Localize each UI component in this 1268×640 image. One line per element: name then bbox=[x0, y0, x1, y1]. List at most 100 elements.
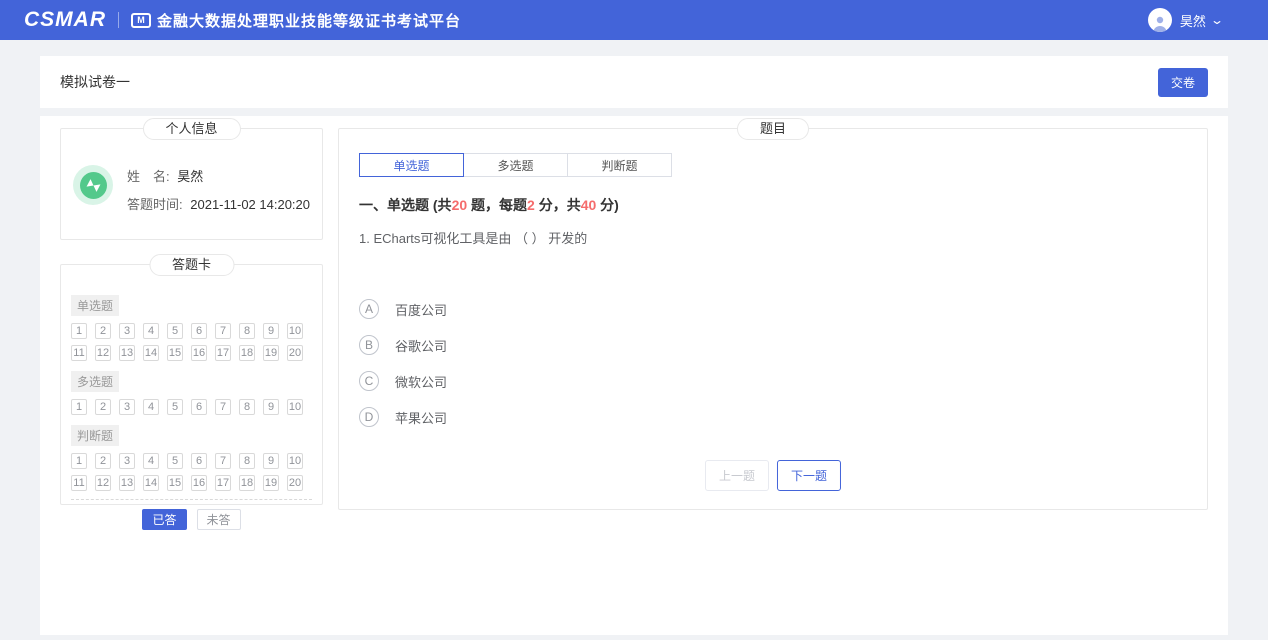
answer-number-box[interactable]: 15 bbox=[167, 345, 183, 361]
user-avatar-icon bbox=[1148, 8, 1172, 32]
exam-title-bar: 模拟试卷一 交卷 bbox=[40, 56, 1228, 108]
content-area: 个人信息 姓 名: 昊然 bbox=[40, 116, 1228, 635]
answer-number-box[interactable]: 12 bbox=[95, 475, 111, 491]
answer-number-box[interactable]: 13 bbox=[119, 475, 135, 491]
next-question-button[interactable]: 下一题 bbox=[777, 460, 841, 491]
question-options: A百度公司 B 谷歌公司 C微软公司 D苹果公司 bbox=[359, 299, 1187, 427]
answer-number-box[interactable]: 2 bbox=[95, 323, 111, 339]
answer-number-box[interactable]: 14 bbox=[143, 475, 159, 491]
answer-number-box[interactable]: 8 bbox=[239, 323, 255, 339]
answer-number-box[interactable]: 1 bbox=[71, 323, 87, 339]
answer-number-box[interactable]: 9 bbox=[263, 399, 279, 415]
answer-number-box[interactable]: 9 bbox=[263, 453, 279, 469]
answer-number-box[interactable]: 8 bbox=[239, 399, 255, 415]
answer-group: 判断题1234567891011121314151617181920 bbox=[71, 423, 312, 499]
answer-number-box[interactable]: 8 bbox=[239, 453, 255, 469]
answer-number-box[interactable]: 5 bbox=[167, 453, 183, 469]
heading-total-count: 20 bbox=[452, 197, 468, 213]
answer-group: 多选题 123456789 10 bbox=[71, 369, 312, 423]
answer-number-box[interactable]: 14 bbox=[143, 345, 159, 361]
answer-number-box[interactable]: 6 bbox=[191, 323, 207, 339]
answer-number-box[interactable]: 4 bbox=[143, 323, 159, 339]
page-title: 模拟试卷一 bbox=[60, 72, 130, 92]
answer-number-box[interactable]: 6 bbox=[191, 453, 207, 469]
answer-number-box[interactable]: 4 bbox=[143, 453, 159, 469]
answer-group-label: 判断题 bbox=[71, 425, 119, 446]
answer-number-box[interactable]: 7 bbox=[215, 399, 231, 415]
answer-number-box[interactable]: 3 bbox=[119, 453, 135, 469]
option-text: 谷歌公司 bbox=[395, 336, 447, 355]
csmar-logo: CSMAR bbox=[24, 8, 106, 32]
personal-info-body: 姓 名: 昊然 答题时间: 2021-11-02 14:20:20 bbox=[61, 129, 322, 222]
answer-number-box[interactable]: 5 bbox=[167, 399, 183, 415]
tab-多选题[interactable]: 多选题 bbox=[463, 153, 568, 177]
header-divider bbox=[118, 12, 119, 28]
answer-number-box[interactable]: 18 bbox=[239, 345, 255, 361]
option-text: 苹果公司 bbox=[395, 408, 447, 427]
heading-text: 分) bbox=[596, 197, 619, 213]
tab-判断题[interactable]: 判断题 bbox=[567, 153, 672, 177]
legend-unanswered-badge: 未答 bbox=[197, 509, 241, 530]
left-sidebar: 个人信息 姓 名: 昊然 bbox=[60, 128, 323, 505]
name-value: 昊然 bbox=[177, 169, 203, 184]
answer-number-box[interactable]: 20 bbox=[287, 345, 303, 361]
option-D[interactable]: D苹果公司 bbox=[359, 407, 1187, 427]
pagination: 上一题 下一题 bbox=[705, 460, 841, 491]
answer-number-box[interactable]: 11 bbox=[71, 475, 87, 491]
answer-card-title: 答题卡 bbox=[149, 254, 234, 276]
question-panel-title: 题目 bbox=[737, 118, 809, 140]
app-header: CSMAR M 金融大数据处理职业技能等级证书考试平台 昊然 ⌄ bbox=[0, 0, 1268, 40]
student-avatar bbox=[73, 165, 113, 205]
option-C[interactable]: C微软公司 bbox=[359, 371, 1187, 391]
question-text: 1. ECharts可视化工具是由 （ ） 开发的 bbox=[359, 228, 1187, 247]
answer-number-box[interactable]: 1 bbox=[71, 399, 87, 415]
platform-logo-icon: M bbox=[131, 13, 151, 28]
answer-number-box[interactable]: 2 bbox=[95, 453, 111, 469]
answer-number-box[interactable]: 10 bbox=[287, 399, 303, 415]
chevron-down-icon: ⌄ bbox=[1210, 13, 1224, 27]
answer-number-box[interactable]: 1 bbox=[71, 453, 87, 469]
answer-number-box[interactable]: 4 bbox=[143, 399, 159, 415]
heading-total-points: 40 bbox=[581, 197, 597, 213]
answer-number-box[interactable]: 15 bbox=[167, 475, 183, 491]
user-menu[interactable]: 昊然 ⌄ bbox=[1148, 8, 1222, 32]
answer-number-box[interactable]: 9 bbox=[263, 323, 279, 339]
answer-number-box[interactable]: 17 bbox=[215, 345, 231, 361]
student-avatar-icon bbox=[80, 172, 107, 199]
name-row: 姓 名: 昊然 bbox=[127, 166, 310, 185]
answer-group-label: 多选题 bbox=[71, 371, 119, 392]
answer-number-box[interactable]: 10 bbox=[287, 453, 303, 469]
answer-number-box[interactable]: 3 bbox=[119, 323, 135, 339]
answer-number-box[interactable]: 7 bbox=[215, 323, 231, 339]
tab-单选题[interactable]: 单选题 bbox=[359, 153, 464, 177]
legend-answered-badge: 已答 bbox=[142, 509, 186, 530]
answer-number-box[interactable]: 7 bbox=[215, 453, 231, 469]
answer-number-box[interactable]: 17 bbox=[215, 475, 231, 491]
answer-number-box[interactable]: 12 bbox=[95, 345, 111, 361]
answer-number-box[interactable]: 16 bbox=[191, 345, 207, 361]
answer-number-box[interactable]: 5 bbox=[167, 323, 183, 339]
answer-number-box[interactable]: 13 bbox=[119, 345, 135, 361]
option-letter-circle: B bbox=[359, 335, 379, 355]
answer-number-box[interactable]: 19 bbox=[263, 475, 279, 491]
answer-number-box[interactable]: 10 bbox=[287, 323, 303, 339]
answer-number-box[interactable]: 20 bbox=[287, 475, 303, 491]
header-brand: CSMAR M 金融大数据处理职业技能等级证书考试平台 bbox=[24, 8, 461, 32]
answer-number-box[interactable]: 16 bbox=[191, 475, 207, 491]
heading-text: 一、单选题 (共 bbox=[359, 197, 452, 213]
platform-title: 金融大数据处理职业技能等级证书考试平台 bbox=[157, 10, 461, 31]
answer-number-box[interactable]: 19 bbox=[263, 345, 279, 361]
option-B[interactable]: B 谷歌公司 bbox=[359, 335, 1187, 355]
option-A[interactable]: A百度公司 bbox=[359, 299, 1187, 319]
heading-text: 题，每题 bbox=[467, 197, 527, 213]
prev-question-button[interactable]: 上一题 bbox=[705, 460, 769, 491]
answer-number-box[interactable]: 18 bbox=[239, 475, 255, 491]
personal-info-title: 个人信息 bbox=[142, 118, 240, 140]
submit-exam-button[interactable]: 交卷 bbox=[1158, 68, 1208, 97]
answer-number-box[interactable]: 6 bbox=[191, 399, 207, 415]
question-type-tabs: 单选题多选题判断题 bbox=[359, 153, 1187, 177]
answer-number-box[interactable]: 2 bbox=[95, 399, 111, 415]
answer-number-box[interactable]: 3 bbox=[119, 399, 135, 415]
name-label: 姓 名: bbox=[127, 169, 170, 184]
answer-number-box[interactable]: 11 bbox=[71, 345, 87, 361]
